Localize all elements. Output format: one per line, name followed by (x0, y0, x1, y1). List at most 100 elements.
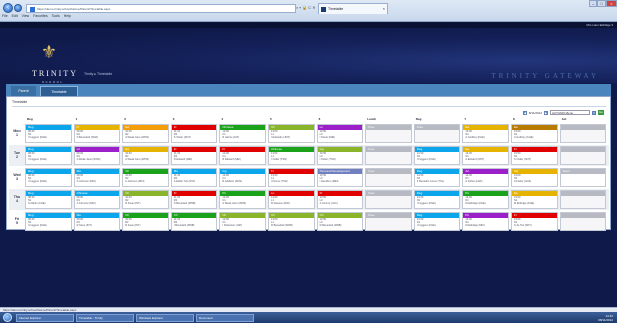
back-button[interactable]: ‹ (3, 3, 13, 13)
lesson-cell[interactable]: Ma 09:00 R1 S Johnson (MKI) (73, 168, 121, 187)
lesson-cell[interactable]: Ea 14:30 N1 A Edward (SNT) (462, 146, 509, 165)
lesson-cell[interactable]: Ch 12:00 C1 I Patterson (JAP) (219, 212, 266, 231)
address-bar-buttons[interactable]: ⌕ ▾ 🔒 C ✕ (296, 5, 316, 10)
lesson-cell[interactable]: Fr 15:00 N1 S Ostler (SNT) (511, 146, 558, 165)
lesson-cell[interactable]: Reg 08:40 N1 I Fuggero (KHE) (25, 212, 72, 231)
forward-button[interactable] (14, 4, 22, 12)
menu-favorites[interactable]: Favorites (33, 14, 47, 18)
browser-tab[interactable]: Timetable × (318, 3, 388, 14)
close-window-button[interactable]: × (605, 0, 617, 7)
lesson-cell[interactable]: Chinese 12:00 C1 R Harris (AAT) (219, 124, 266, 143)
lesson-teacher: I Fuggero (KHE) (28, 136, 47, 140)
lesson-teacher: M Eldridge (KHE) (465, 202, 486, 206)
taskbar-item[interactable]: Internet Explorer (16, 313, 74, 322)
lesson-cell[interactable]: Reg 14:30 N1 I Fuggero (KHE) (413, 212, 461, 231)
lesson-cell[interactable]: Ln 13:00 L1 R Dawson (RID) (268, 190, 315, 209)
lesson-cell[interactable]: Fr 11:15 R3 S Benedetti (MNB) (170, 190, 218, 209)
lesson-cell[interactable]: Ch 13:50 L3 R Benedetti (MNB) (316, 212, 364, 231)
lesson-cell[interactable]: Free (413, 124, 461, 143)
lesson-cell[interactable]: Fr 11:15 R3 R Edward (MEI) (170, 146, 218, 165)
period-header-5: 5 (270, 117, 272, 121)
lesson-cell[interactable]: Ps 14:30 N1 M Eldridge (MKI) (462, 212, 509, 231)
tab-parent[interactable]: Parent (11, 86, 36, 96)
breadcrumb[interactable]: Trinity ▸ Timetable (84, 72, 112, 76)
lesson-cell[interactable] (559, 190, 607, 209)
lesson-cell[interactable]: Ch 13:00 L1 R Benedetti (MNB) (268, 212, 315, 231)
go-button[interactable]: Go (598, 110, 604, 115)
day-row-mon: Mon 1 Reg 08:40 N1 I Fuggero (KHE) Fr 09:00 R1 S … (9, 123, 609, 144)
day-label: Fri 5 (11, 217, 23, 225)
next-week-icon[interactable]: ▶ (544, 110, 548, 115)
lesson-cell[interactable]: Fr 11:15 R3 S Ostler (SNT) (170, 124, 218, 143)
lesson-cell[interactable] (559, 212, 607, 231)
lesson-cell[interactable]: Reg 08:40 N1 I Fuggero (KHE) (25, 124, 72, 143)
lesson-cell[interactable]: Fr 15:00 N1 S de Toit (SDT) (511, 212, 558, 231)
lesson-cell[interactable]: Ch 10:00 R2 A Johnson (MKI) (122, 168, 169, 187)
lesson-cell[interactable]: Free (365, 212, 412, 231)
menu-view[interactable]: View (22, 14, 30, 18)
lesson-cell[interactable]: Sport (559, 168, 607, 187)
lesson-cell[interactable]: Ch 13:00 L1 I Edwards (JMT) (268, 124, 315, 143)
lesson-cell[interactable]: Free (365, 190, 412, 209)
menu-file[interactable]: File (2, 14, 8, 18)
tab-close-icon[interactable]: × (383, 4, 385, 14)
lesson-cell[interactable]: Reg 08:40 N1 I Fuggero (KHE) (25, 168, 72, 187)
lesson-cell[interactable]: Ps 14:30 N1 M Eldridge (KHE) (462, 190, 509, 209)
lesson-teacher: R Benedetti (MNB) (271, 224, 293, 228)
menu-help[interactable]: Help (64, 14, 71, 18)
tab-timetable[interactable]: Timetable (40, 86, 78, 96)
lesson-cell[interactable]: Chinese 13:00 L1 I Ostler (TSN) (268, 146, 315, 165)
menu-tools[interactable]: Tools (52, 14, 60, 18)
lesson-cell[interactable]: Chinese 09:00 R1 A Johnson (MKI) (73, 190, 121, 209)
lesson-cell[interactable]: Lit 09:00 R1 A Weak Jano (WNS) (73, 146, 121, 165)
user-menu[interactable]: Mrs Liam Eldridge ▾ (586, 23, 613, 27)
lesson-cell[interactable]: Fr 13:00 L1 I Dunns (TSD) (268, 168, 315, 187)
lesson-cell[interactable]: Reg 14:30 N1 F Benedict Jones (TSL) (413, 168, 461, 187)
taskbar-item[interactable]: Windows Explorer (136, 313, 194, 322)
lesson-cell[interactable]: Reg 08:40 N1 I Fuggero (KHE) (25, 146, 72, 165)
day-number: 5 (16, 221, 18, 225)
lesson-cell[interactable]: Ea 15:00 N1 A Godfrey (KHE) (511, 124, 558, 143)
dropdown-icon[interactable]: ▾ (592, 110, 596, 115)
lesson-cell[interactable]: Reg 08:40 N1 S Martin (KHE) (25, 190, 72, 209)
lesson-cell[interactable]: Personal Development 13:50 L3 I Hamilton (M… (316, 168, 364, 187)
lesson-cell[interactable]: Ch 10:00 R2 R Kane (INT) (122, 212, 169, 231)
lesson-cell[interactable]: Ch 11:15 R3 I Benedetti (MNB) (170, 212, 218, 231)
lesson-cell[interactable]: Reg 14:30 N1 I Fuggero (KHE) (413, 146, 461, 165)
lesson-cell[interactable]: Ch 10:00 R2 R Kane (INT) (122, 190, 169, 209)
lesson-cell[interactable]: Ea 15:00 N1 M Eldridge (KHE) (511, 190, 558, 209)
minimize-button[interactable]: – (589, 0, 598, 7)
taskbar-item[interactable]: Timetable - Trinity (76, 313, 134, 322)
lesson-cell[interactable]: Fr 12:00 C1 R Edward (MEI) (219, 146, 266, 165)
menu-edit[interactable]: Edit (12, 14, 18, 18)
lesson-cell[interactable]: Free (365, 146, 412, 165)
lesson-cell[interactable]: Reg 14:30 N1 I Fuggero (KHE) (413, 190, 461, 209)
start-button-icon[interactable] (3, 313, 12, 322)
lesson-cell[interactable]: Ma 09:00 R1 R Kane (INT) (73, 212, 121, 231)
lesson-teacher: A Johnson (MKI) (76, 202, 96, 206)
lesson-cell[interactable]: Ma 11:15 R3 A Eddie Tutt (SST) (170, 168, 218, 187)
address-bar[interactable]: https://demo.trinity.school/Home/Parent/… (26, 4, 296, 13)
week-select[interactable]: AUTUMN Menu (550, 110, 590, 115)
prev-week-icon[interactable]: ◀ (522, 110, 527, 115)
lesson-cell[interactable]: Art 14:30 N1 A Fisher (HAF) (462, 168, 509, 187)
maximize-button[interactable]: □ (597, 0, 606, 7)
lesson-cell[interactable]: Gg 12:00 C1 R Addison (KDS) (219, 168, 266, 187)
lesson-cell[interactable]: Ea 10:00 R2 A Weak Jano (WNS) (122, 124, 169, 143)
lesson-cell[interactable]: Free (365, 168, 412, 187)
lesson-cell[interactable]: Ln 13:50 L3 I Street (MEI) (316, 124, 364, 143)
divider (12, 106, 606, 107)
lesson-cell[interactable] (559, 124, 607, 143)
lesson-cell[interactable]: Gg 13:50 L3 I Ostler (TSN) (316, 146, 364, 165)
lesson-cell[interactable]: Sw 15:00 N1 A Fisher (HAF) (511, 168, 558, 187)
lesson-cell[interactable]: Ea 10:00 R2 A Weak Jano (WNS) (122, 146, 169, 165)
lesson-cell[interactable]: Fr 09:00 R1 S Benedetti (SMA) (73, 124, 121, 143)
lesson-cell[interactable] (559, 146, 607, 165)
lesson-cell[interactable]: Ea 14:30 N1 A Godfrey (KHE) (462, 124, 509, 143)
lesson-cell[interactable]: Fr 13:50 L3 A Connor (JAC) (316, 190, 364, 209)
lesson-cell[interactable]: Ps 12:00 C1 A Weak Jano (WNS) (219, 190, 266, 209)
school-crest-icon: ⚜ (40, 42, 58, 62)
lesson-cell[interactable]: Free (365, 124, 412, 143)
lesson-subject: Free (366, 147, 411, 152)
taskbar-item[interactable]: Document (196, 313, 254, 322)
